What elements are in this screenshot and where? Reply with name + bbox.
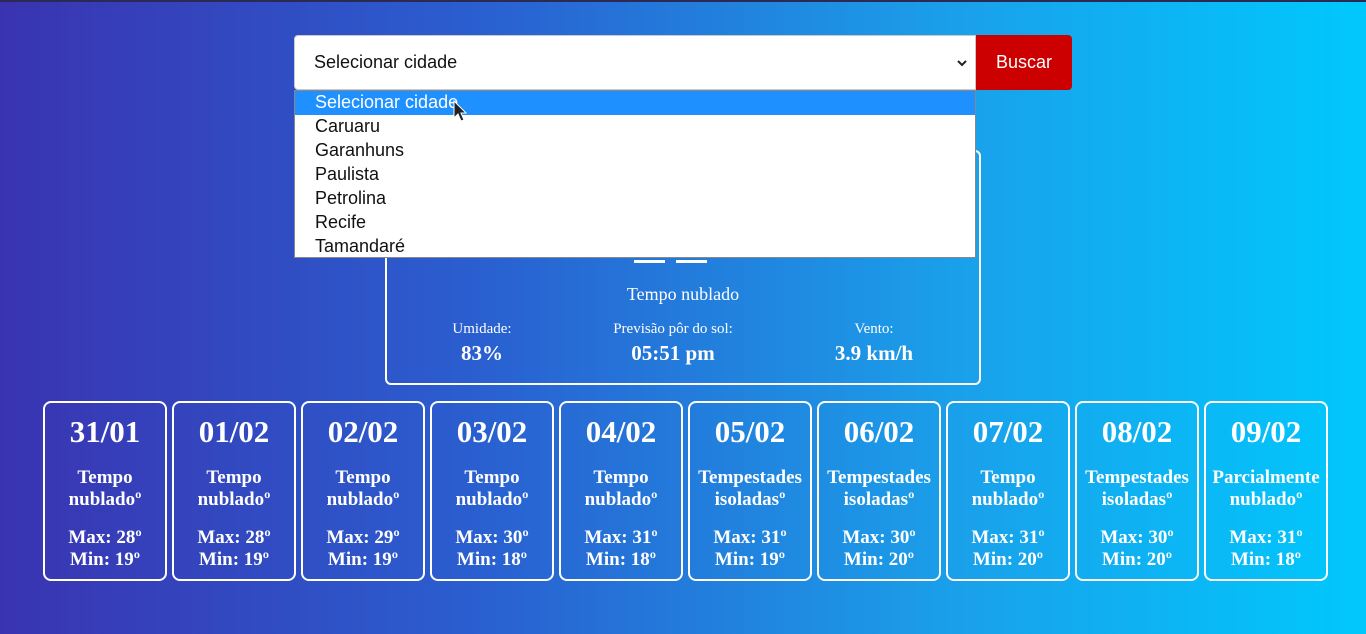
dropdown-option[interactable]: Petrolina (295, 187, 975, 211)
forecast-description-line: Tempo (77, 467, 133, 488)
dropdown-option[interactable]: Tamandaré (295, 235, 975, 259)
forecast-date: 09/02 (1230, 414, 1302, 449)
forecast-description-line: nubladoº (197, 489, 271, 510)
forecast-description: Tempo nubladoº (45, 467, 165, 511)
forecast-date: 01/02 (198, 414, 270, 449)
forecast-description-line: Tempestades (827, 467, 931, 488)
forecast-min: Min: 19º (69, 549, 141, 570)
forecast-max: Max: 30º (455, 527, 529, 548)
forecast-description-line: Tempo (335, 467, 391, 488)
forecast-min: Min: 18º (456, 549, 528, 570)
sunset-value: 05:51 pm (631, 341, 715, 365)
wind-stat: Vento: 3.9 km/h (784, 320, 964, 368)
forecast-description-line: Parcialmente (1212, 467, 1320, 488)
weather-icon-fragment (676, 260, 707, 263)
forecast-description-line: Tempo (980, 467, 1036, 488)
forecast-card: 06/02 Tempestades isoladasº Max: 30º Min: 20… (817, 401, 941, 581)
forecast-card: 09/02 Parcialmente nubladoº Max: 31º Min: 18… (1204, 401, 1328, 581)
current-description: Tempo nublado (626, 284, 740, 304)
forecast-description-line: Tempo (206, 467, 262, 488)
wind-value: 3.9 km/h (834, 341, 914, 365)
dropdown-option[interactable]: Selecionar cidade (295, 91, 975, 115)
dropdown-option[interactable]: Caruaru (295, 115, 975, 139)
forecast-max: Max: 31º (584, 527, 658, 548)
forecast-max: Max: 31º (1229, 527, 1303, 548)
forecast-description-line: Tempestades (1085, 467, 1189, 488)
humidity-label: Umidade: (452, 321, 512, 337)
forecast-description: Tempestades isoladasº (819, 467, 939, 511)
forecast-description-line: nubladoº (68, 489, 142, 510)
forecast-min: Min: 20º (972, 549, 1044, 570)
forecast-description-line: Tempo (464, 467, 520, 488)
forecast-min: Min: 20º (843, 549, 915, 570)
chevron-down-icon (957, 60, 967, 67)
forecast-date: 31/01 (69, 414, 141, 449)
forecast-row: 31/01 Tempo nubladoº Max: 28º Min: 19º 01/02 T… (43, 401, 1329, 581)
forecast-date: 03/02 (456, 414, 528, 449)
forecast-description-line: isoladasº (843, 489, 915, 510)
city-select[interactable]: Selecionar cidade (294, 35, 976, 90)
sunset-label: Previsão pôr do sol: (613, 321, 733, 337)
forecast-date: 07/02 (972, 414, 1044, 449)
forecast-max: Max: 28º (197, 527, 271, 548)
mouse-pointer-icon (453, 100, 468, 122)
forecast-max: Max: 31º (971, 527, 1045, 548)
sunset-stat: Previsão pôr do sol: 05:51 pm (583, 320, 763, 368)
forecast-max: Max: 31º (713, 527, 787, 548)
forecast-min: Min: 18º (1230, 549, 1302, 570)
forecast-description-line: nubladoº (971, 489, 1045, 510)
forecast-date: 05/02 (714, 414, 786, 449)
dropdown-option[interactable]: Paulista (295, 163, 975, 187)
forecast-description: Tempestades isoladasº (690, 467, 810, 511)
forecast-card: 04/02 Tempo nubladoº Max: 31º Min: 18º (559, 401, 683, 581)
dropdown-option[interactable]: Garanhuns (295, 139, 975, 163)
forecast-min: Min: 18º (585, 549, 657, 570)
forecast-min: Min: 19º (327, 549, 399, 570)
humidity-value: 83% (461, 341, 503, 365)
forecast-date: 08/02 (1101, 414, 1173, 449)
forecast-description: Tempo nubladoº (303, 467, 423, 511)
forecast-card: 03/02 Tempo nubladoº Max: 30º Min: 18º (430, 401, 554, 581)
top-border-line (0, 0, 1366, 2)
forecast-card: 31/01 Tempo nubladoº Max: 28º Min: 19º (43, 401, 167, 581)
forecast-date: 04/02 (585, 414, 657, 449)
forecast-description-line: Tempestades (698, 467, 802, 488)
forecast-min: Min: 20º (1101, 549, 1173, 570)
humidity-stat: Umidade: 83% (392, 320, 572, 368)
forecast-min: Min: 19º (714, 549, 786, 570)
forecast-description: Tempo nubladoº (432, 467, 552, 511)
forecast-date: 06/02 (843, 414, 915, 449)
forecast-description-line: isoladasº (1101, 489, 1173, 510)
forecast-description: Tempestades isoladasº (1077, 467, 1197, 511)
forecast-description-line: nubladoº (326, 489, 400, 510)
forecast-description-line: nubladoº (584, 489, 658, 510)
forecast-description-line: nubladoº (1229, 489, 1303, 510)
forecast-card: 02/02 Tempo nubladoº Max: 29º Min: 19º (301, 401, 425, 581)
forecast-card: 05/02 Tempestades isoladasº Max: 31º Min: 19… (688, 401, 812, 581)
forecast-max: Max: 28º (68, 527, 142, 548)
forecast-max: Max: 30º (1100, 527, 1174, 548)
dropdown-option[interactable]: Recife (295, 211, 975, 235)
forecast-card: 07/02 Tempo nubladoº Max: 31º Min: 20º (946, 401, 1070, 581)
search-button[interactable]: Buscar (976, 35, 1072, 90)
forecast-description-line: Tempo (593, 467, 649, 488)
weather-icon-fragment (634, 260, 665, 263)
forecast-description: Tempo nubladoº (561, 467, 681, 511)
forecast-description: Parcialmente nubladoº (1206, 467, 1326, 511)
forecast-description-line: nubladoº (455, 489, 529, 510)
forecast-description: Tempo nubladoº (948, 467, 1068, 511)
city-select-value: Selecionar cidade (314, 52, 458, 72)
search-bar: Selecionar cidade Buscar (294, 35, 1072, 90)
forecast-description-line: isoladasº (714, 489, 786, 510)
forecast-max: Max: 30º (842, 527, 916, 548)
forecast-min: Min: 19º (198, 549, 270, 570)
forecast-card: 08/02 Tempestades isoladasº Max: 30º Min: 20… (1075, 401, 1199, 581)
forecast-date: 02/02 (327, 414, 399, 449)
city-dropdown-list: Selecionar cidade Caruaru Garanhuns Paulist… (294, 90, 976, 258)
forecast-description: Tempo nubladoº (174, 467, 294, 511)
forecast-card: 01/02 Tempo nubladoº Max: 28º Min: 19º (172, 401, 296, 581)
wind-label: Vento: (854, 321, 894, 337)
forecast-max: Max: 29º (326, 527, 400, 548)
